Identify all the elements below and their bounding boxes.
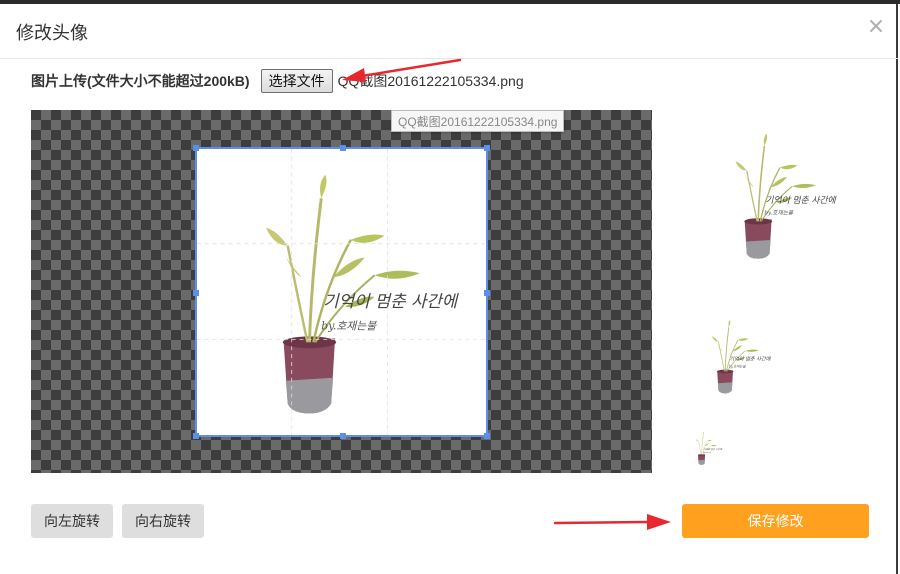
dialog-title: 修改头像 bbox=[16, 23, 88, 43]
preview-medium-caption-sub: by.호재는불 bbox=[729, 365, 747, 369]
resize-handle-bottom-right[interactable] bbox=[484, 433, 490, 439]
resize-handle-top-left[interactable] bbox=[193, 145, 199, 151]
preview-large-caption-sub: by.호재는불 bbox=[764, 210, 794, 217]
crop-canvas[interactable]: 기억이 멈춘 사간에 by.호재는불 bbox=[31, 110, 652, 473]
preview-small-caption: 기억이 멈춘 사간에 bbox=[703, 448, 722, 451]
upload-label: 图片上传(文件大小不能超过200kB) bbox=[31, 73, 250, 89]
file-name-tooltip: QQ截图20161222105334.png bbox=[391, 110, 565, 132]
save-changes-button[interactable]: 保存修改 bbox=[682, 504, 869, 538]
rotate-left-button[interactable]: 向左旋转 bbox=[31, 504, 113, 538]
resize-handle-top-right[interactable] bbox=[484, 145, 490, 151]
rotate-right-button[interactable]: 向右旋转 bbox=[122, 504, 204, 538]
image-caption: 기억이 멈춘 사간에 bbox=[323, 291, 460, 311]
preview-medium-caption: 기억이 멈춘 사간에 bbox=[729, 356, 771, 363]
avatar-preview-small: 기억이 멈춘 사간에 by.호재는불 bbox=[686, 428, 726, 468]
close-icon[interactable] bbox=[866, 16, 886, 36]
resize-handle-bottom-left[interactable] bbox=[193, 433, 199, 439]
avatar-preview-medium: 기억이 멈춘 사간에 by.호재는불 bbox=[688, 312, 782, 400]
resize-handle-top[interactable] bbox=[340, 145, 346, 151]
dialog-header: 修改头像 bbox=[0, 4, 898, 59]
annotation-arrow-icon bbox=[553, 514, 671, 530]
annotation-arrow-icon bbox=[342, 58, 462, 82]
avatar-preview-large: 기억이 멈춘 사간에 by.호재는불 bbox=[695, 120, 855, 270]
choose-file-button[interactable]: 选择文件 bbox=[260, 69, 333, 93]
image-caption-sub: by.호재는불 bbox=[321, 319, 377, 332]
preview-small-caption-sub: by.호재는불 bbox=[703, 451, 711, 454]
potted-plant-image: 기억이 멈춘 사간에 by.호재는불 bbox=[197, 149, 486, 435]
crop-selection[interactable]: 기억이 멈춘 사간에 by.호재는불 bbox=[193, 145, 490, 439]
preview-large-caption: 기억이 멈춘 사간에 bbox=[765, 195, 837, 206]
resize-handle-right[interactable] bbox=[484, 290, 490, 296]
resize-handle-left[interactable] bbox=[193, 290, 199, 296]
resize-handle-bottom[interactable] bbox=[340, 433, 346, 439]
